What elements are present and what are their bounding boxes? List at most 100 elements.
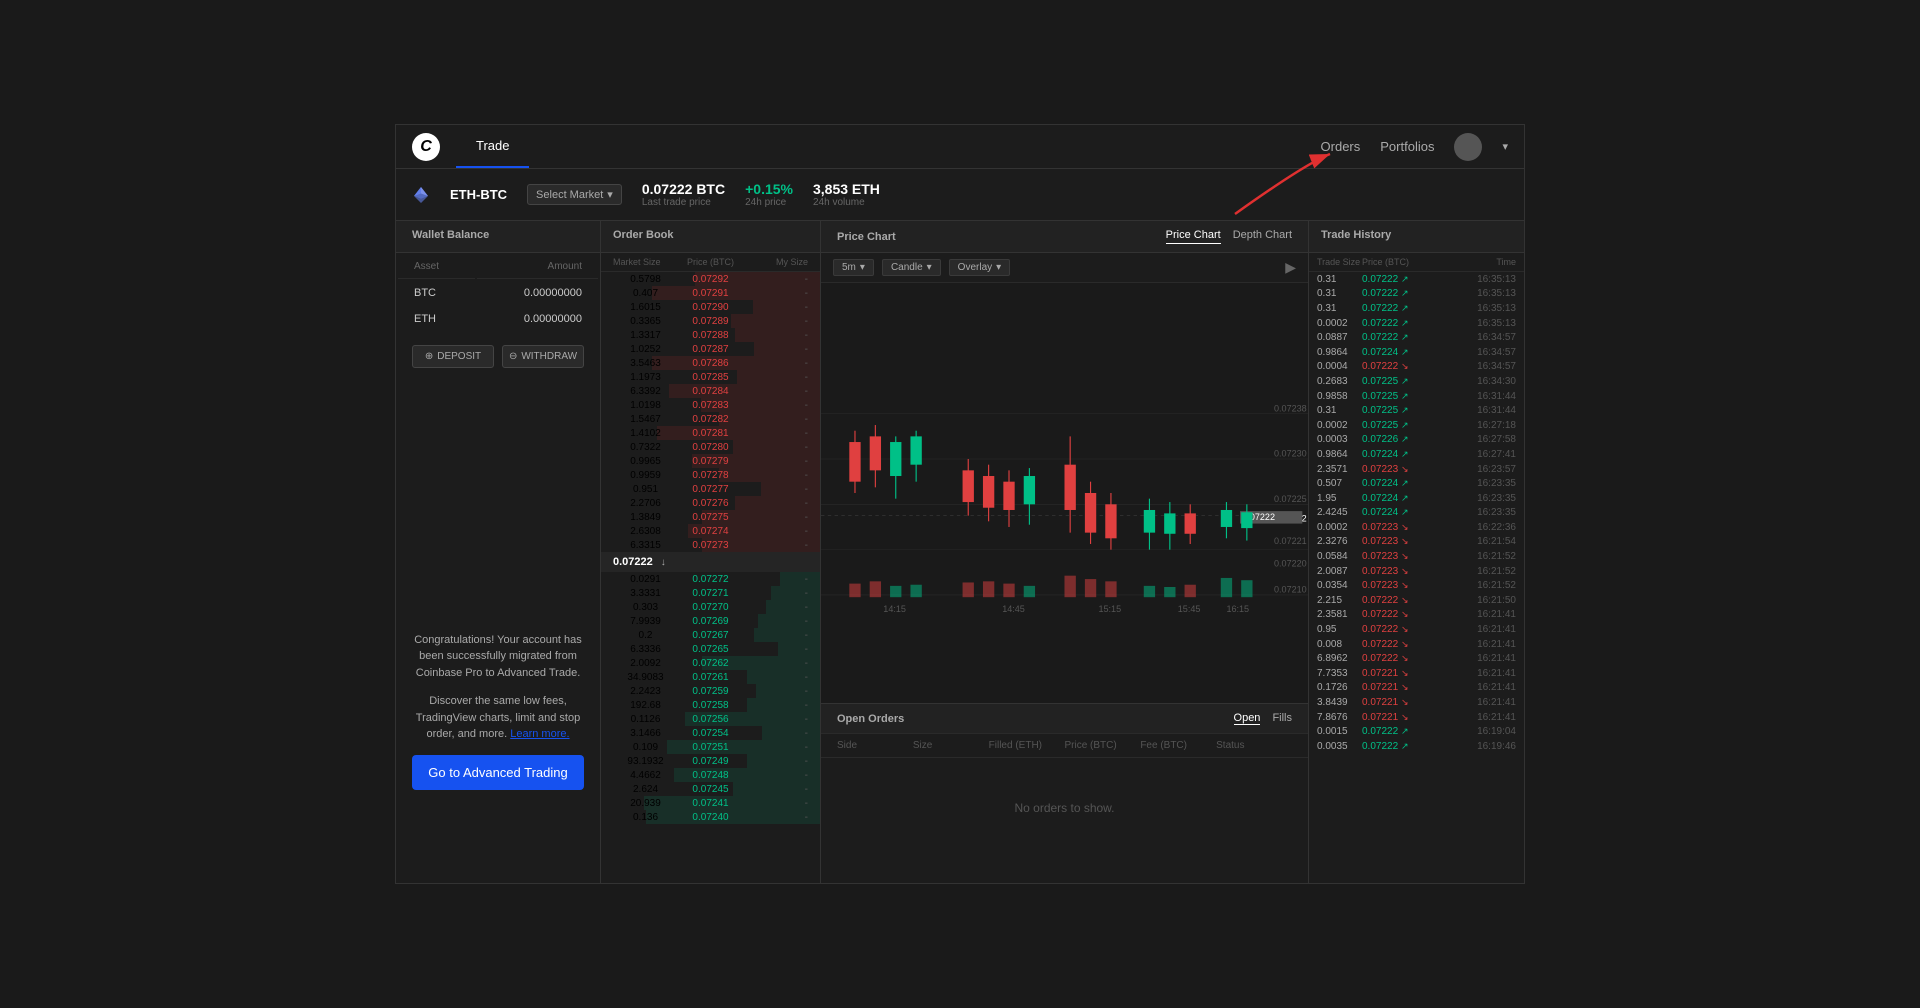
ob-sell-row[interactable]: 2.6308 0.07274 - bbox=[601, 524, 820, 538]
oo-tabs: Open Fills bbox=[1234, 712, 1292, 725]
chevron-down-icon: ▾ bbox=[607, 188, 613, 201]
nav-right: Orders Portfolios ▾ bbox=[1305, 133, 1524, 161]
ob-buy-row[interactable]: 7.9939 0.07269 - bbox=[601, 614, 820, 628]
ob-sell-row[interactable]: 6.3315 0.07273 - bbox=[601, 538, 820, 552]
th-row: 2.4245 0.07224 ↗ 16:23:35 bbox=[1309, 506, 1524, 521]
trade-history: Trade Size Price (BTC) Time 0.31 0.07222… bbox=[1309, 253, 1524, 883]
ob-sell-row[interactable]: 0.9959 0.07278 - bbox=[601, 468, 820, 482]
ob-mid-arrow: ↓ bbox=[661, 557, 666, 568]
th-row: 1.95 0.07224 ↗ 16:23:35 bbox=[1309, 491, 1524, 506]
oo-col-price: Price (BTC) bbox=[1064, 740, 1140, 751]
ob-buy-row[interactable]: 2.0092 0.07262 - bbox=[601, 656, 820, 670]
ob-buy-row[interactable]: 192.68 0.07258 - bbox=[601, 698, 820, 712]
deposit-button[interactable]: ⊕ DEPOSIT bbox=[412, 345, 494, 368]
ob-buy-row[interactable]: 3.3331 0.07271 - bbox=[601, 586, 820, 600]
oo-tab-filled[interactable]: Fills bbox=[1272, 712, 1292, 725]
ob-sell-row[interactable]: 0.5798 0.07292 - bbox=[601, 272, 820, 286]
wallet-row-btc: BTC 0.00000000 bbox=[398, 281, 598, 305]
migration-text-1: Congratulations! Your account has been s… bbox=[412, 632, 584, 682]
th-row: 0.507 0.07224 ↗ 16:23:35 bbox=[1309, 476, 1524, 491]
ob-buy-row[interactable]: 3.1466 0.07254 - bbox=[601, 726, 820, 740]
open-orders: Open Orders Open Fills Side Size Filled … bbox=[821, 703, 1308, 883]
ob-buy-row[interactable]: 0.2 0.07267 - bbox=[601, 628, 820, 642]
top-nav: C Trade Orders Portfolios ▾ bbox=[396, 125, 1524, 169]
th-row: 0.95 0.07222 ↘ 16:21:41 bbox=[1309, 622, 1524, 637]
chevron-icon-2: ▾ bbox=[927, 262, 932, 273]
ob-sell-row[interactable]: 6.3392 0.07284 - bbox=[601, 384, 820, 398]
learn-more-link[interactable]: Learn more. bbox=[510, 728, 569, 740]
ob-sell-row[interactable]: 1.0198 0.07283 - bbox=[601, 398, 820, 412]
goto-advanced-trading-button[interactable]: Go to Advanced Trading bbox=[412, 755, 584, 790]
oo-title: Open Orders bbox=[837, 713, 904, 725]
svg-text:0.07221: 0.07221 bbox=[1274, 536, 1307, 546]
ob-buy-row[interactable]: 0.109 0.07251 - bbox=[601, 740, 820, 754]
ob-buy-row[interactable]: 0.303 0.07270 - bbox=[601, 600, 820, 614]
oo-tab-open[interactable]: Open bbox=[1234, 712, 1261, 725]
ob-buy-row[interactable]: 93.1932 0.07249 - bbox=[601, 754, 820, 768]
th-row: 7.8676 0.07221 ↘ 16:21:41 bbox=[1309, 710, 1524, 725]
migration-notice: Congratulations! Your account has been s… bbox=[396, 616, 600, 884]
th-row: 0.31 0.07222 ↗ 16:35:13 bbox=[1309, 301, 1524, 316]
svg-text:14:45: 14:45 bbox=[1002, 604, 1025, 614]
ob-sell-row[interactable]: 2.2706 0.07276 - bbox=[601, 496, 820, 510]
tab-price-chart[interactable]: Price Chart bbox=[1166, 229, 1221, 244]
coinbase-logo: C bbox=[412, 133, 440, 161]
svg-text:0.07220: 0.07220 bbox=[1274, 559, 1307, 569]
ob-buy-row[interactable]: 2.2423 0.07259 - bbox=[601, 684, 820, 698]
th-row: 0.9858 0.07225 ↗ 16:31:44 bbox=[1309, 389, 1524, 404]
overlay-selector-btn[interactable]: Overlay ▾ bbox=[949, 259, 1010, 276]
th-row: 2.215 0.07222 ↘ 16:21:50 bbox=[1309, 593, 1524, 608]
logo-icon: C bbox=[420, 138, 432, 156]
withdraw-button[interactable]: ⊖ WITHDRAW bbox=[502, 345, 584, 368]
tab-depth-chart[interactable]: Depth Chart bbox=[1233, 229, 1292, 244]
nav-chevron-icon[interactable]: ▾ bbox=[1502, 140, 1508, 153]
oo-empty-msg: No orders to show. bbox=[821, 758, 1308, 858]
logo-area[interactable]: C bbox=[396, 133, 456, 161]
ob-buy-row[interactable]: 4.4662 0.07248 - bbox=[601, 768, 820, 782]
ob-sell-row[interactable]: 0.951 0.07277 - bbox=[601, 482, 820, 496]
left-sidebar: Asset Amount BTC 0.00000000 ETH 0.000000… bbox=[396, 253, 601, 883]
ob-sell-row[interactable]: 1.3317 0.07288 - bbox=[601, 328, 820, 342]
ob-buy-row[interactable]: 0.0291 0.07272 - bbox=[601, 572, 820, 586]
ob-buy-row[interactable]: 20.939 0.07241 - bbox=[601, 796, 820, 810]
th-row: 0.0887 0.07222 ↗ 16:34:57 bbox=[1309, 330, 1524, 345]
chart-expand-btn[interactable]: ▶ bbox=[1285, 259, 1296, 276]
wallet-actions: ⊕ DEPOSIT ⊖ WITHDRAW bbox=[396, 333, 600, 380]
chart-controls: 5m ▾ Candle ▾ Overlay ▾ ▶ bbox=[821, 253, 1308, 283]
ob-sell-row[interactable]: 0.7322 0.07280 - bbox=[601, 440, 820, 454]
ob-buy-row[interactable]: 2.624 0.07245 - bbox=[601, 782, 820, 796]
user-avatar[interactable] bbox=[1454, 133, 1482, 161]
plus-icon: ⊕ bbox=[425, 351, 433, 362]
th-row: 0.9864 0.07224 ↗ 16:27:41 bbox=[1309, 447, 1524, 462]
oo-col-headers: Side Size Filled (ETH) Price (BTC) Fee (… bbox=[821, 734, 1308, 758]
ob-sell-row[interactable]: 0.3365 0.07289 - bbox=[601, 314, 820, 328]
ob-buy-row[interactable]: 0.136 0.07240 - bbox=[601, 810, 820, 824]
ob-sell-row[interactable]: 1.1973 0.07285 - bbox=[601, 370, 820, 384]
chevron-icon-3: ▾ bbox=[996, 262, 1001, 273]
ob-sell-row[interactable]: 0.9965 0.07279 - bbox=[601, 454, 820, 468]
nav-tab-trade[interactable]: Trade bbox=[456, 125, 529, 168]
candle-selector-btn[interactable]: Candle ▾ bbox=[882, 259, 941, 276]
wallet-col-asset: Asset bbox=[398, 255, 475, 279]
time-selector-btn[interactable]: 5m ▾ bbox=[833, 259, 874, 276]
nav-orders-link[interactable]: Orders bbox=[1321, 139, 1361, 154]
th-row: 0.31 0.07222 ↗ 16:35:13 bbox=[1309, 272, 1524, 287]
ob-sell-row[interactable]: 1.5467 0.07282 - bbox=[601, 412, 820, 426]
ob-buy-row[interactable]: 0.1126 0.07256 - bbox=[601, 712, 820, 726]
nav-portfolios-link[interactable]: Portfolios bbox=[1380, 139, 1434, 154]
ob-sell-row[interactable]: 1.3849 0.07275 - bbox=[601, 510, 820, 524]
ob-buy-row[interactable]: 34.9083 0.07261 - bbox=[601, 670, 820, 684]
ob-sell-row[interactable]: 1.6015 0.07290 - bbox=[601, 300, 820, 314]
select-market-btn[interactable]: Select Market ▾ bbox=[527, 184, 622, 205]
ob-buy-row[interactable]: 6.3336 0.07265 - bbox=[601, 642, 820, 656]
ob-sell-row[interactable]: 1.0252 0.07287 - bbox=[601, 342, 820, 356]
ob-sell-row[interactable]: 1.4102 0.07281 - bbox=[601, 426, 820, 440]
oo-col-size: Size bbox=[913, 740, 989, 751]
market-header: ETH-BTC Select Market ▾ 0.07222 BTC Last… bbox=[396, 169, 1524, 221]
th-row: 6.8962 0.07222 ↘ 16:21:41 bbox=[1309, 651, 1524, 666]
volume-stat: 3,853 ETH 24h volume bbox=[813, 181, 880, 208]
th-col-size: Trade Size bbox=[1317, 257, 1362, 267]
ob-sell-row[interactable]: 0.407 0.07291 - bbox=[601, 286, 820, 300]
ob-sell-row[interactable]: 3.5463 0.07286 - bbox=[601, 356, 820, 370]
ob-col-my-size: My Size bbox=[743, 257, 808, 267]
